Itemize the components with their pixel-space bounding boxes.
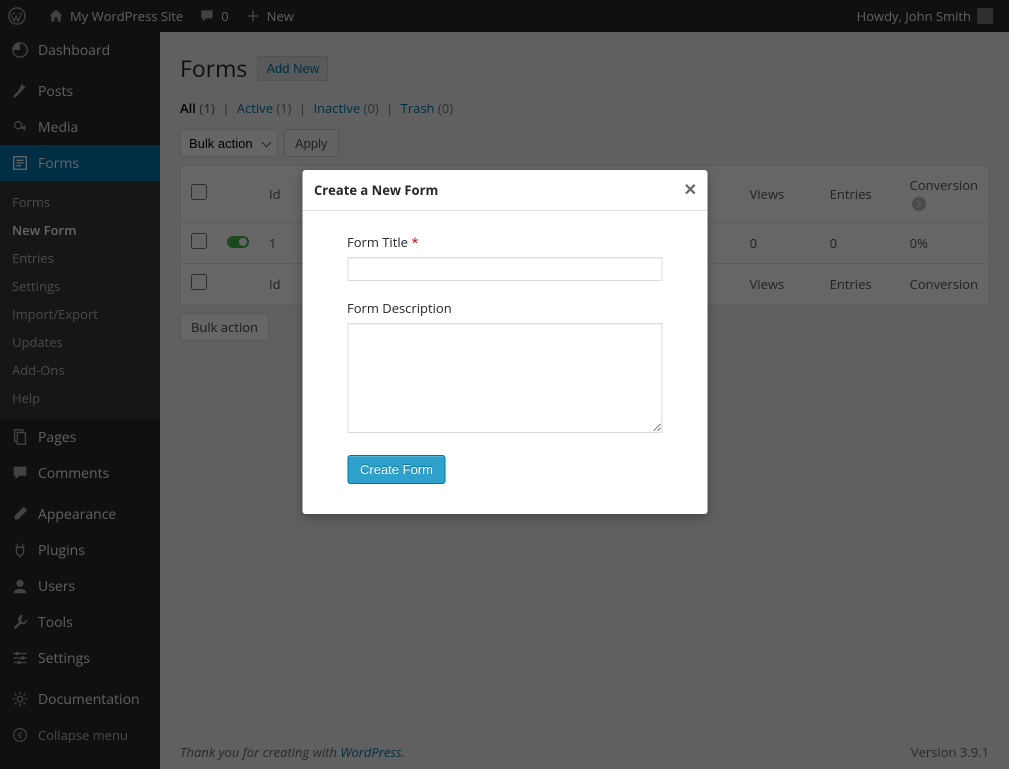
create-form-modal: Create a New Form ✕ Form Title * Form De… xyxy=(302,170,707,514)
form-title-input[interactable] xyxy=(347,257,662,281)
create-form-button[interactable]: Create Form xyxy=(347,455,446,484)
close-button[interactable]: ✕ xyxy=(684,180,697,200)
form-description-label: Form Description xyxy=(347,299,662,317)
form-title-label: Form Title * xyxy=(347,233,662,251)
form-description-textarea[interactable] xyxy=(347,323,662,433)
modal-title: Create a New Form xyxy=(314,181,438,199)
